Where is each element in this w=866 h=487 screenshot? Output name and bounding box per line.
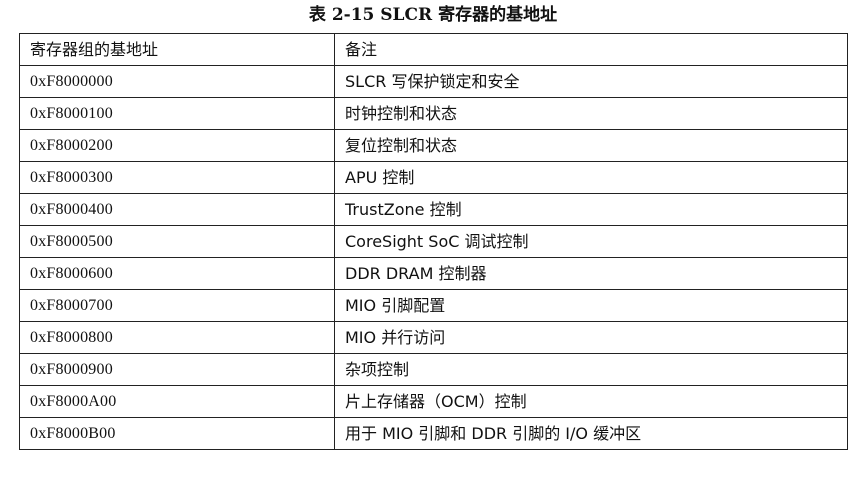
table-row: 0xF8000600 DDR DRAM 控制器 xyxy=(19,257,848,290)
note-cell: 复位控制和状态 xyxy=(334,129,848,162)
slcr-register-table: 寄存器组的基地址 备注 0xF8000000 SLCR 写保护锁定和安全 0xF… xyxy=(19,33,848,450)
address-cell: 0xF8000400 xyxy=(19,193,335,226)
note-cell: TrustZone 控制 xyxy=(334,193,848,226)
address-cell: 0xF8000700 xyxy=(19,289,335,322)
note-cell: SLCR 写保护锁定和安全 xyxy=(334,65,848,98)
table-row: 0xF8000B00 用于 MIO 引脚和 DDR 引脚的 I/O 缓冲区 xyxy=(19,417,848,450)
table-row: 0xF8000A00 片上存储器（OCM）控制 xyxy=(19,385,848,418)
table-row: 0xF8000200 复位控制和状态 xyxy=(19,129,848,162)
address-cell: 0xF8000200 xyxy=(19,129,335,162)
note-cell: 片上存储器（OCM）控制 xyxy=(334,385,848,418)
table-row: 0xF8000900 杂项控制 xyxy=(19,353,848,386)
address-cell: 0xF8000600 xyxy=(19,257,335,290)
address-cell: 0xF8000500 xyxy=(19,225,335,258)
table-row: 0xF8000100 时钟控制和状态 xyxy=(19,97,848,130)
address-cell: 0xF8000000 xyxy=(19,65,335,98)
table-header-row: 寄存器组的基地址 备注 xyxy=(19,33,848,66)
note-cell: 用于 MIO 引脚和 DDR 引脚的 I/O 缓冲区 xyxy=(334,417,848,450)
table-row: 0xF8000300 APU 控制 xyxy=(19,161,848,194)
note-cell: MIO 并行访问 xyxy=(334,321,848,354)
note-cell: DDR DRAM 控制器 xyxy=(334,257,848,290)
table-caption: 表 2-15 SLCR 寄存器的基地址 xyxy=(308,5,558,25)
table-row: 0xF8000400 TrustZone 控制 xyxy=(19,193,848,226)
table-row: 0xF8000700 MIO 引脚配置 xyxy=(19,289,848,322)
column-header-note: 备注 xyxy=(334,33,848,66)
address-cell: 0xF8000300 xyxy=(19,161,335,194)
note-cell: CoreSight SoC 调试控制 xyxy=(334,225,848,258)
table-row: 0xF8000500 CoreSight SoC 调试控制 xyxy=(19,225,848,258)
address-cell: 0xF8000B00 xyxy=(19,417,335,450)
table-row: 0xF8000800 MIO 并行访问 xyxy=(19,321,848,354)
note-cell: 时钟控制和状态 xyxy=(334,97,848,130)
note-cell: 杂项控制 xyxy=(334,353,848,386)
column-header-base-address: 寄存器组的基地址 xyxy=(19,33,335,66)
address-cell: 0xF8000900 xyxy=(19,353,335,386)
address-cell: 0xF8000800 xyxy=(19,321,335,354)
address-cell: 0xF8000100 xyxy=(19,97,335,130)
table-row: 0xF8000000 SLCR 写保护锁定和安全 xyxy=(19,65,848,98)
note-cell: MIO 引脚配置 xyxy=(334,289,848,322)
note-cell: APU 控制 xyxy=(334,161,848,194)
address-cell: 0xF8000A00 xyxy=(19,385,335,418)
